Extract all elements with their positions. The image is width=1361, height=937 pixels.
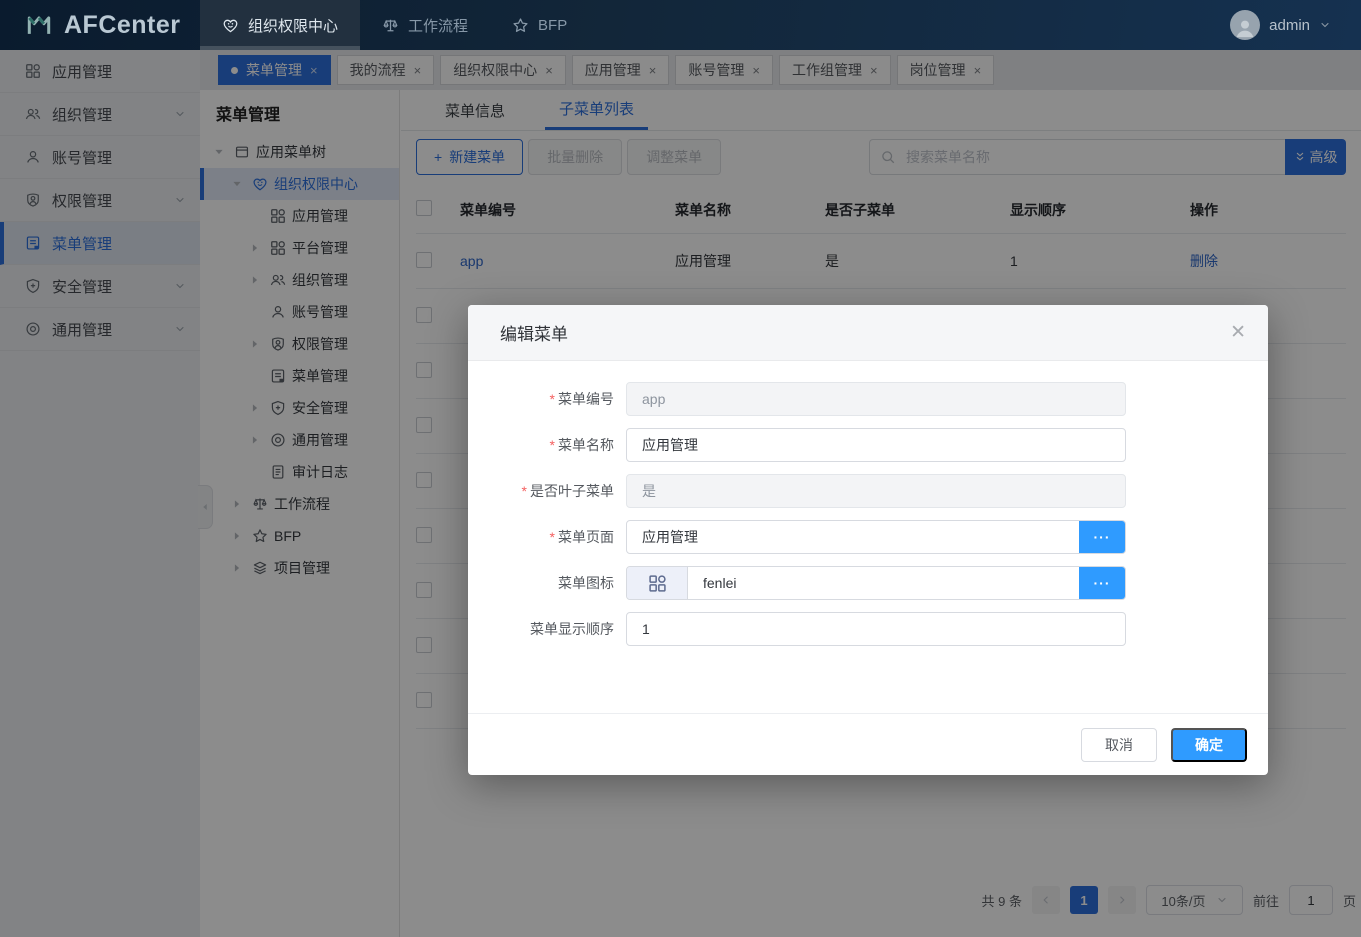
avatar <box>1230 10 1260 40</box>
cancel-button[interactable]: 取消 <box>1081 728 1157 762</box>
form-row-display-order: 菜单显示顺序 <box>468 612 1268 646</box>
field-label: *菜单编号 <box>468 389 626 409</box>
menu-icon-picker-button[interactable]: ··· <box>1079 567 1125 599</box>
menu-id-input <box>627 383 1125 415</box>
field-label: *菜单名称 <box>468 435 626 455</box>
star-icon <box>512 17 529 34</box>
required-marker: * <box>550 529 555 545</box>
form-row-menu-name: *菜单名称 <box>468 428 1268 462</box>
dialog-header: 编辑菜单 ✕ <box>468 305 1268 361</box>
close-icon[interactable]: ✕ <box>1230 323 1246 342</box>
user-name: admin <box>1269 17 1310 34</box>
dialog-body: *菜单编号 *菜单名称 *是否叶子菜单 *菜单页面 <box>468 361 1268 646</box>
field-label: *菜单页面 <box>468 527 626 547</box>
menu-name-input[interactable] <box>627 429 1125 461</box>
selected-menu-icon-preview <box>627 567 688 599</box>
required-marker: * <box>522 483 527 499</box>
confirm-button[interactable]: 确定 <box>1171 728 1247 762</box>
scale-icon <box>382 17 399 34</box>
menu-page-input[interactable] <box>627 521 1079 553</box>
display-order-input[interactable] <box>627 613 1125 645</box>
user-icon <box>1232 15 1258 40</box>
nav-item-org-permission-center[interactable]: 组织权限中心 <box>200 0 360 50</box>
is-leaf-input <box>627 475 1125 507</box>
heart-smile-icon <box>222 17 239 34</box>
nav-item-bfp[interactable]: BFP <box>490 0 589 50</box>
nav-item-workflow[interactable]: 工作流程 <box>360 0 490 50</box>
edit-menu-dialog: 编辑菜单 ✕ *菜单编号 *菜单名称 *是否叶子菜单 <box>468 305 1268 775</box>
dialog-title: 编辑菜单 <box>500 320 568 345</box>
form-row-menu-page: *菜单页面 ··· <box>468 520 1268 554</box>
nav-item-label: BFP <box>538 17 567 34</box>
field-label: *是否叶子菜单 <box>468 481 626 501</box>
nav-item-label: 工作流程 <box>408 15 468 36</box>
app-logo[interactable]: AFCenter <box>0 0 200 50</box>
nav-item-label: 组织权限中心 <box>248 15 338 36</box>
logo-text: AFCenter <box>64 11 181 40</box>
required-marker: * <box>550 391 555 407</box>
grid-icon <box>648 574 667 593</box>
field-label: 菜单显示顺序 <box>468 619 626 639</box>
menu-page-picker-button[interactable]: ··· <box>1079 521 1125 553</box>
dialog-footer: 取消 确定 <box>468 713 1268 775</box>
required-marker: * <box>550 437 555 453</box>
top-navbar: AFCenter 组织权限中心 工作流程 BFP admin <box>0 0 1361 50</box>
field-label: 菜单图标 <box>468 573 626 593</box>
chevron-down-icon <box>1319 19 1331 31</box>
user-menu[interactable]: admin <box>1230 0 1361 50</box>
menu-icon-input[interactable] <box>688 567 1079 599</box>
logo-icon <box>24 10 54 40</box>
form-row-menu-id: *菜单编号 <box>468 382 1268 416</box>
form-row-menu-icon: 菜单图标 ··· <box>468 566 1268 600</box>
form-row-is-leaf: *是否叶子菜单 <box>468 474 1268 508</box>
